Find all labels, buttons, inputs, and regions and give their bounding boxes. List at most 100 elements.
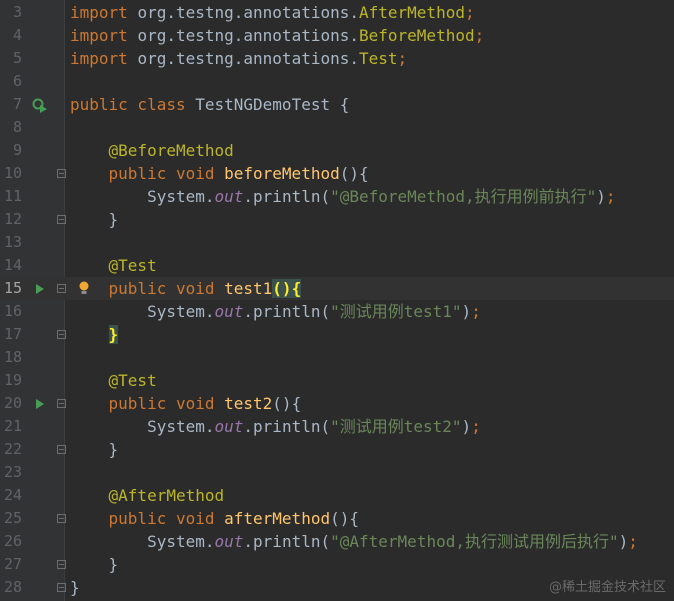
code-line[interactable]: 18 (0, 346, 674, 369)
code-token: @AfterMethod (108, 486, 225, 505)
code-line[interactable]: 20 public void test2(){ (0, 392, 674, 415)
code-text: @BeforeMethod (70, 139, 234, 162)
line-number: 6 (12, 72, 22, 90)
line-number: 24 (3, 486, 22, 504)
code-line[interactable]: 12 } (0, 208, 674, 231)
code-line[interactable]: 11 System.out.println("@BeforeMethod,执行用… (0, 185, 674, 208)
code-token: @BeforeMethod (108, 141, 234, 160)
code-token: TestNGDemoTest { (195, 95, 350, 114)
fold-marker-icon[interactable] (57, 583, 66, 592)
run-class-icon[interactable] (32, 97, 48, 113)
code-line[interactable]: 9 @BeforeMethod (0, 139, 674, 162)
code-token: ; (464, 3, 475, 22)
code-token: (){ (339, 164, 369, 183)
code-line[interactable]: 19 @Test (0, 369, 674, 392)
code-token: (){ (330, 509, 359, 528)
fold-marker-icon[interactable] (57, 284, 66, 293)
code-text: public class TestNGDemoTest { (70, 93, 349, 116)
line-number: 28 (3, 578, 22, 596)
code-token: System. (70, 302, 215, 321)
fold-marker-icon[interactable] (57, 399, 66, 408)
code-text: @Test (70, 369, 157, 392)
run-test-icon[interactable] (32, 396, 48, 412)
code-line[interactable]: 5 import org.testng.annotations.Test; (0, 47, 674, 70)
code-token: afterMethod (224, 509, 331, 528)
code-line[interactable]: 3 import org.testng.annotations.AfterMeth… (0, 1, 674, 24)
code-token: "测试用例test1" (330, 302, 462, 321)
line-number: 20 (3, 394, 22, 412)
code-token: test1 (224, 279, 273, 298)
code-token: } (70, 578, 80, 597)
line-number: 15 (3, 279, 22, 297)
code-line[interactable]: 27 } (0, 553, 674, 576)
line-number: 10 (3, 164, 22, 182)
code-line[interactable]: 10 public void beforeMethod(){ (0, 162, 674, 185)
fold-marker-icon[interactable] (57, 560, 66, 569)
fold-marker-icon[interactable] (57, 169, 66, 178)
code-line[interactable]: 25 public void afterMethod(){ (0, 507, 674, 530)
code-text: import org.testng.annotations.Test; (70, 47, 407, 70)
code-token: public void (108, 509, 225, 528)
code-token: "@AfterMethod,执行测试用例后执行" (330, 532, 619, 551)
code-line[interactable]: 21 System.out.println("测试用例test2"); (0, 415, 674, 438)
code-line[interactable]: 6 (0, 70, 674, 93)
code-text: } (70, 438, 119, 461)
code-line[interactable]: 22 } (0, 438, 674, 461)
code-text: import org.testng.annotations.BeforeMeth… (70, 24, 484, 47)
fold-marker-icon[interactable] (57, 445, 66, 454)
code-line[interactable]: 4 import org.testng.annotations.BeforeMet… (0, 24, 674, 47)
code-token: (){ (272, 279, 302, 298)
line-number: 26 (3, 532, 22, 550)
code-token: "测试用例test2" (330, 417, 462, 436)
code-line[interactable]: 26 System.out.println("@AfterMethod,执行测试… (0, 530, 674, 553)
code-token: ; (397, 49, 408, 68)
code-token: import (70, 49, 138, 68)
code-text: public void test2(){ (70, 392, 302, 415)
code-line[interactable]: 14 @Test (0, 254, 674, 277)
code-line[interactable]: 24 @AfterMethod (0, 484, 674, 507)
code-line[interactable]: 23 (0, 461, 674, 484)
line-number: 23 (3, 463, 22, 481)
code-line[interactable]: 7 public class TestNGDemoTest { (0, 93, 674, 116)
fold-marker-icon[interactable] (57, 330, 66, 339)
fold-marker-icon[interactable] (57, 514, 66, 523)
watermark-text: @稀土掘金技术社区 (548, 580, 666, 595)
code-token: System. (70, 532, 215, 551)
code-token: System. (70, 187, 215, 206)
code-text: } (70, 208, 119, 231)
code-token: ; (628, 532, 638, 551)
code-editor[interactable]: 3 import org.testng.annotations.AfterMeth… (0, 0, 674, 601)
code-token: test2 (224, 394, 273, 413)
code-token: Test (359, 49, 398, 68)
line-number: 8 (12, 118, 22, 136)
line-number: 18 (3, 348, 22, 366)
code-token: } (70, 555, 119, 574)
code-token: ; (474, 26, 485, 45)
code-text: @AfterMethod (70, 484, 225, 507)
run-test-icon[interactable] (32, 281, 48, 297)
code-token: @Test (108, 371, 157, 390)
line-number: 4 (12, 26, 22, 44)
code-token: AfterMethod (359, 3, 465, 22)
line-number: 27 (3, 555, 22, 573)
code-line[interactable]: 15 public void test1(){ (0, 277, 674, 300)
line-number: 5 (12, 49, 22, 67)
code-line[interactable]: 17 } (0, 323, 674, 346)
code-line[interactable]: 16 System.out.println("测试用例test1"); (0, 300, 674, 323)
code-token: ) (461, 302, 472, 321)
code-line[interactable]: 13 (0, 231, 674, 254)
line-number: 22 (3, 440, 22, 458)
code-line[interactable]: 8 (0, 116, 674, 139)
line-number: 17 (3, 325, 22, 343)
code-token: out (214, 532, 244, 551)
code-text: System.out.println("@AfterMethod,执行测试用例后… (70, 530, 638, 553)
code-token: out (214, 417, 244, 436)
fold-marker-icon[interactable] (57, 215, 66, 224)
code-token: org.testng.annotations. (137, 26, 359, 45)
